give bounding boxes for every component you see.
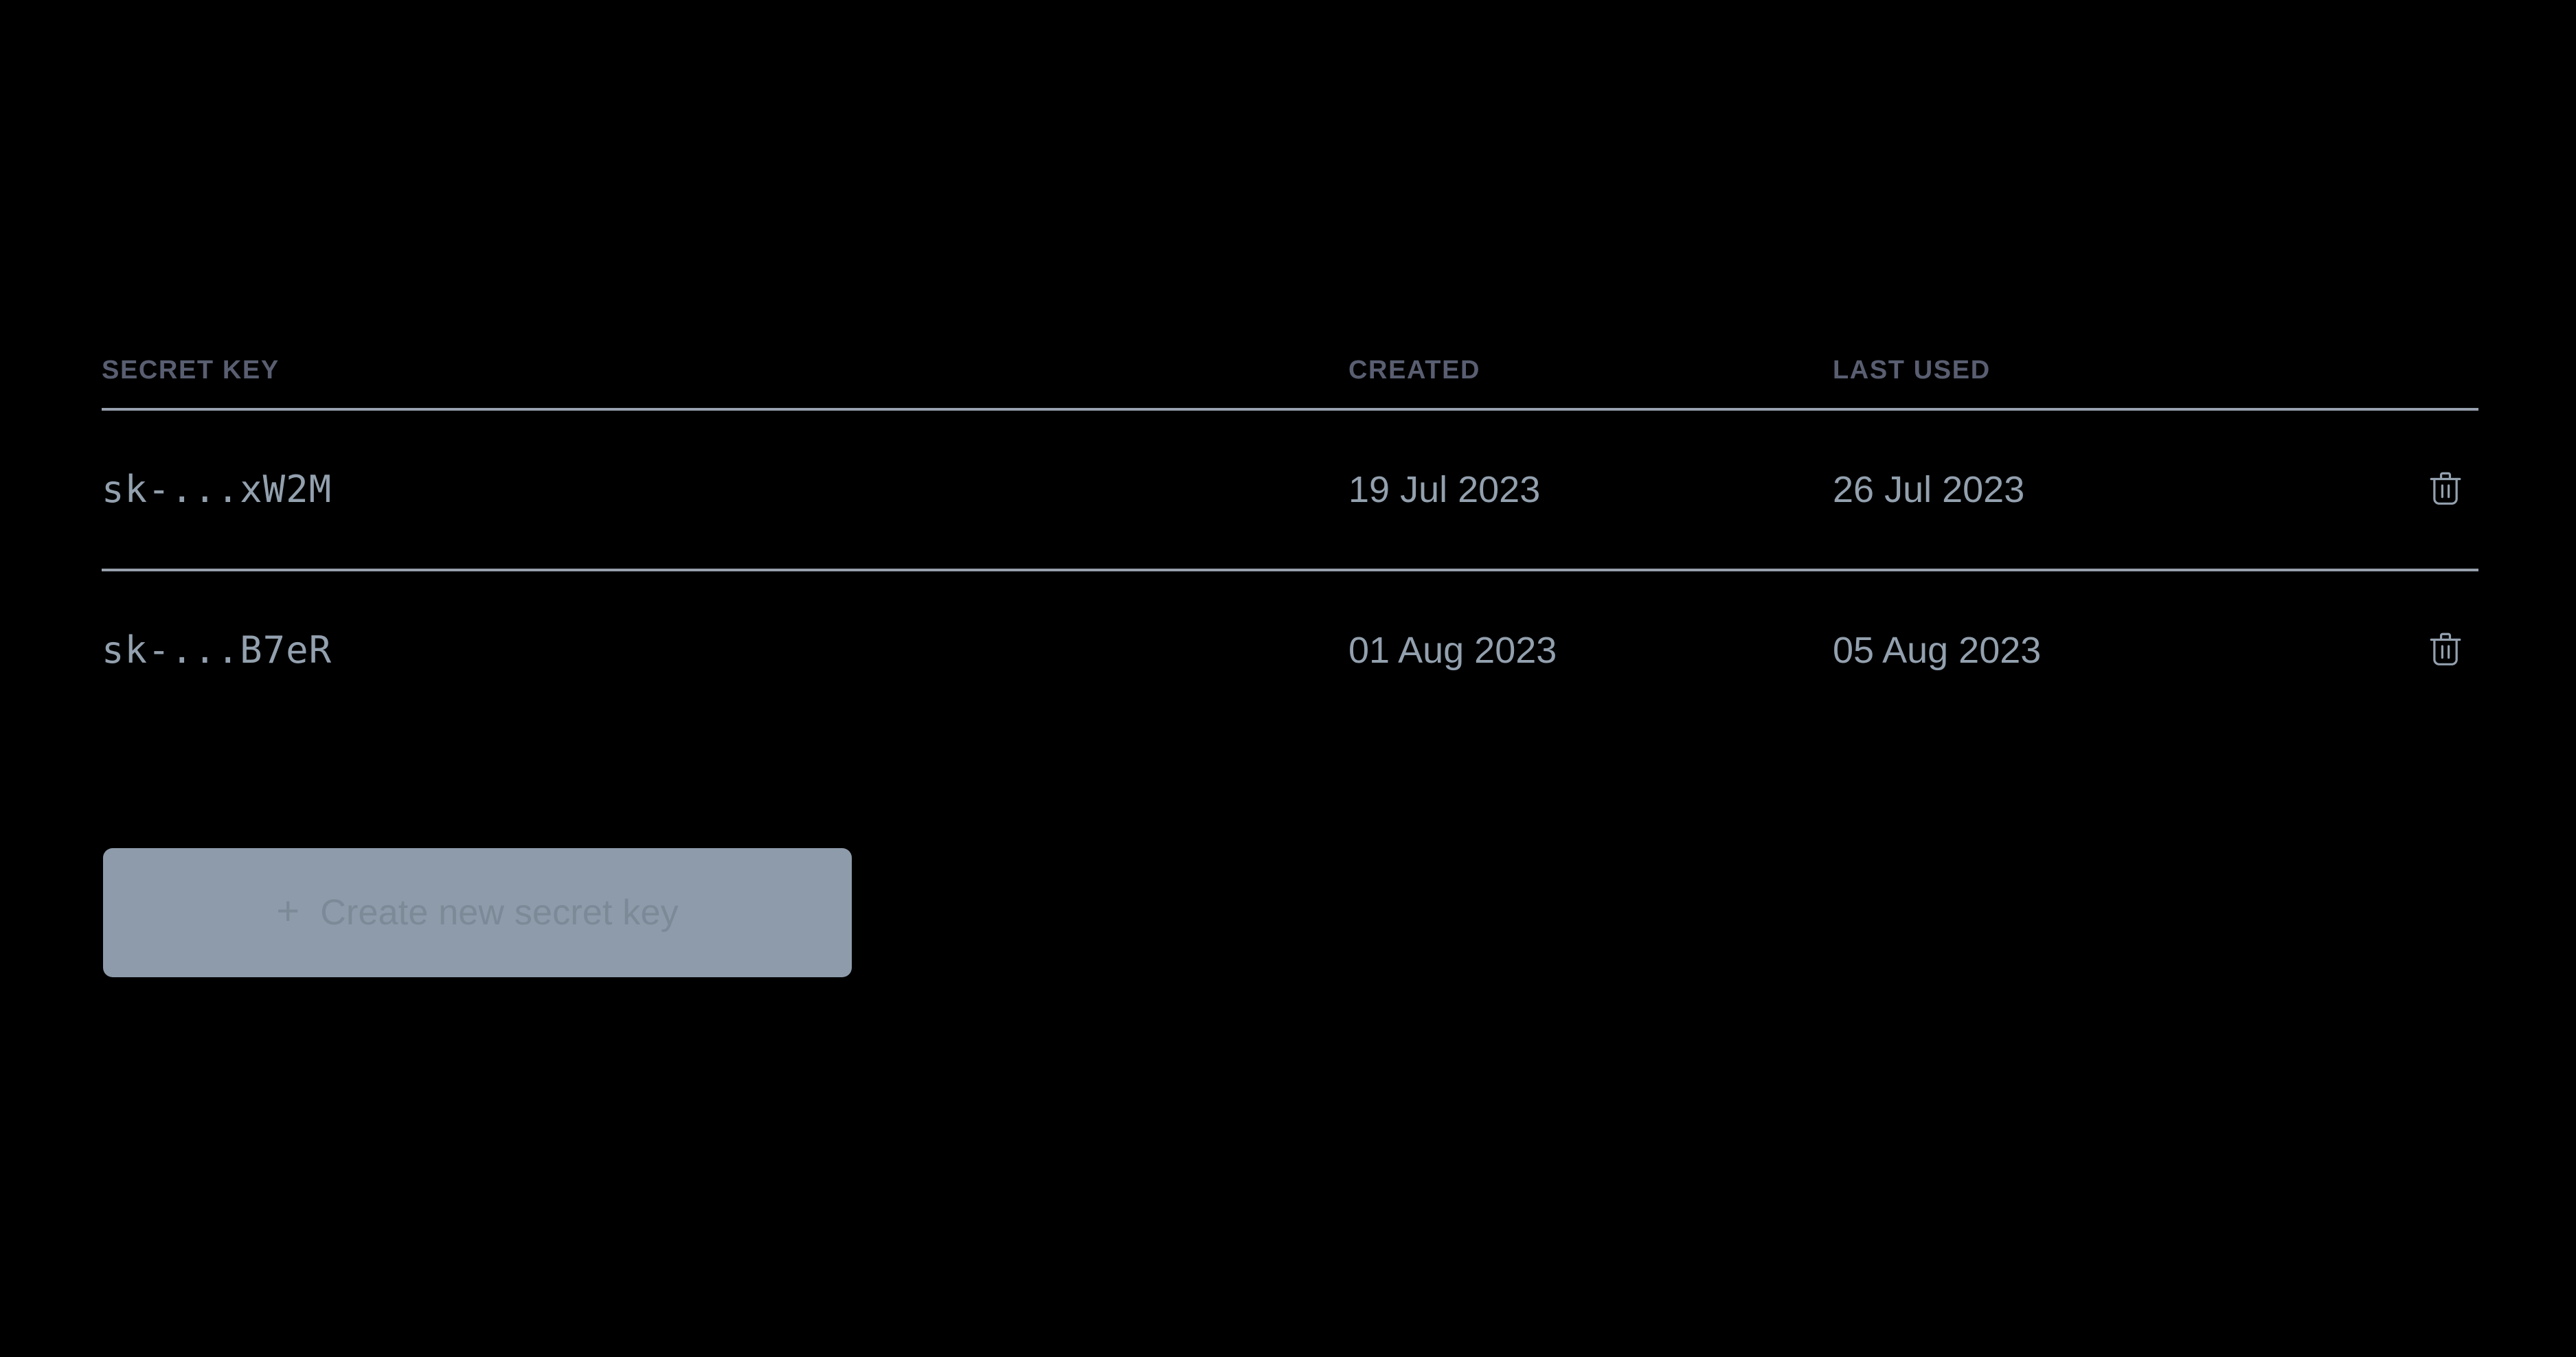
table-row: sk-...B7eR 01 Aug 2023 05 Aug 2023	[102, 570, 2478, 729]
column-header-actions	[2403, 357, 2478, 411]
created-date: 01 Aug 2023	[1348, 630, 1557, 671]
delete-key-button[interactable]	[2426, 469, 2465, 510]
secret-key-value: sk-...xW2M	[102, 409, 1348, 571]
table-header-row: SECRET KEY CREATED LAST USED	[102, 357, 2478, 411]
create-new-secret-key-label: Create new secret key	[320, 893, 679, 933]
column-header-created: CREATED	[1348, 357, 1833, 411]
table-body: sk-...xW2M 19 Jul 2023 26 Jul 2023 sk-..…	[102, 409, 2478, 729]
secret-keys-panel: SECRET KEY CREATED LAST USED sk-...xW2M …	[102, 357, 2478, 729]
create-new-secret-key-button[interactable]: + Create new secret key	[103, 848, 852, 977]
api-keys-page: SECRET KEY CREATED LAST USED sk-...xW2M …	[0, 0, 2576, 1357]
table-header: SECRET KEY CREATED LAST USED	[102, 357, 2478, 411]
delete-key-button[interactable]	[2426, 630, 2465, 671]
row-actions	[2403, 570, 2478, 729]
trash-icon	[2426, 630, 2465, 671]
plus-icon: +	[276, 889, 300, 933]
last-used-date: 26 Jul 2023	[1833, 409, 2403, 571]
secret-keys-table: SECRET KEY CREATED LAST USED sk-...xW2M …	[102, 357, 2478, 729]
created-date: 19 Jul 2023	[1348, 409, 1833, 571]
column-header-last-used: LAST USED	[1833, 357, 2403, 411]
table-row: sk-...xW2M 19 Jul 2023 26 Jul 2023	[102, 409, 2478, 571]
trash-icon	[2426, 469, 2465, 510]
last-used-date: 05 Aug 2023	[1833, 630, 2042, 671]
secret-key-value: sk-...B7eR	[102, 628, 332, 672]
row-actions	[2403, 409, 2478, 571]
column-header-secret-key: SECRET KEY	[102, 357, 1348, 411]
